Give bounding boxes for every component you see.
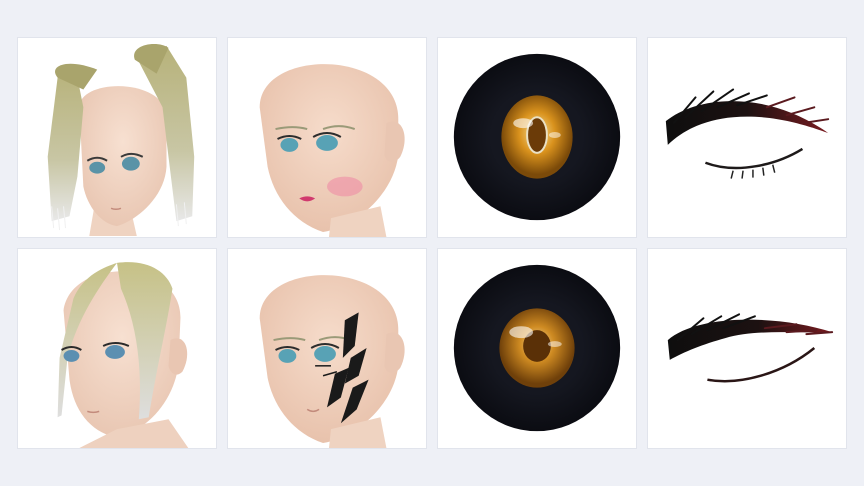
asset-gallery-grid xyxy=(17,37,847,449)
iris-icon xyxy=(453,264,621,432)
gallery-tile-face-makeup[interactable] xyxy=(227,37,427,238)
eyelash-icon xyxy=(665,88,830,179)
gallery-tile-hair-side-bang[interactable] xyxy=(17,248,217,449)
face-makeup-icon xyxy=(259,64,405,237)
hair-style-icon xyxy=(47,43,195,237)
gallery-tile-eye-iris-2[interactable] xyxy=(437,248,637,449)
gallery-tile-eyelash-1[interactable] xyxy=(647,37,847,238)
face-tattoo-icon xyxy=(259,275,405,448)
eyelash-icon xyxy=(667,313,834,383)
gallery-tile-eye-iris-1[interactable] xyxy=(437,37,637,238)
gallery-tile-face-tattoo[interactable] xyxy=(227,248,427,449)
gallery-tile-eyelash-2[interactable] xyxy=(647,248,847,449)
gallery-tile-hair-twin-tails[interactable] xyxy=(17,37,217,238)
iris-icon xyxy=(453,53,621,221)
hair-style-icon xyxy=(57,262,189,448)
